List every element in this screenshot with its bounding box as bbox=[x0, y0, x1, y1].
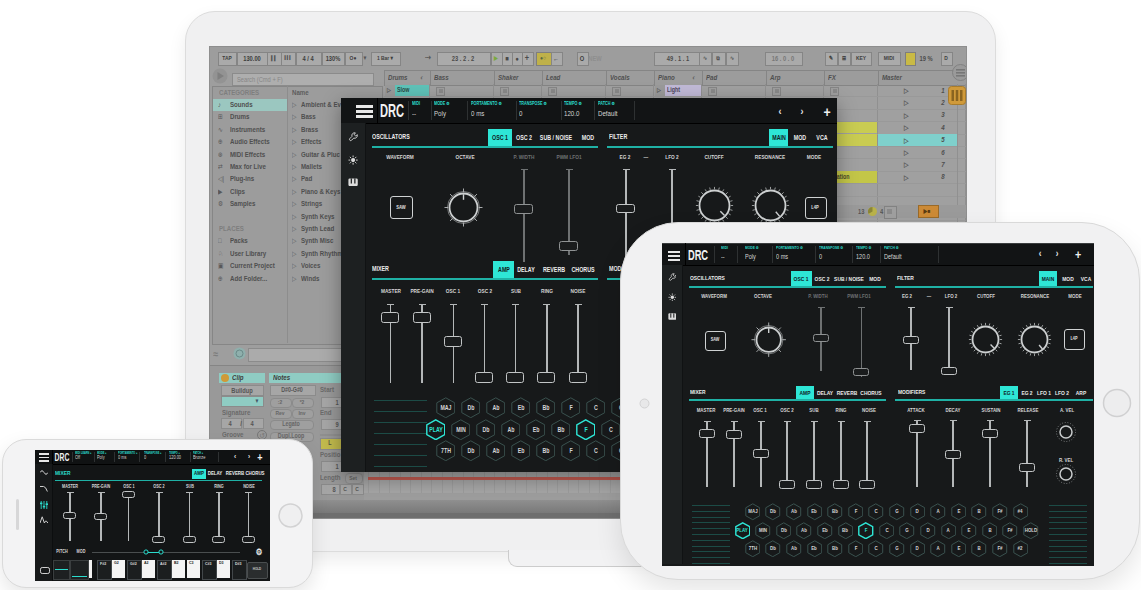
svg-text:↺: ↺ bbox=[259, 432, 265, 439]
